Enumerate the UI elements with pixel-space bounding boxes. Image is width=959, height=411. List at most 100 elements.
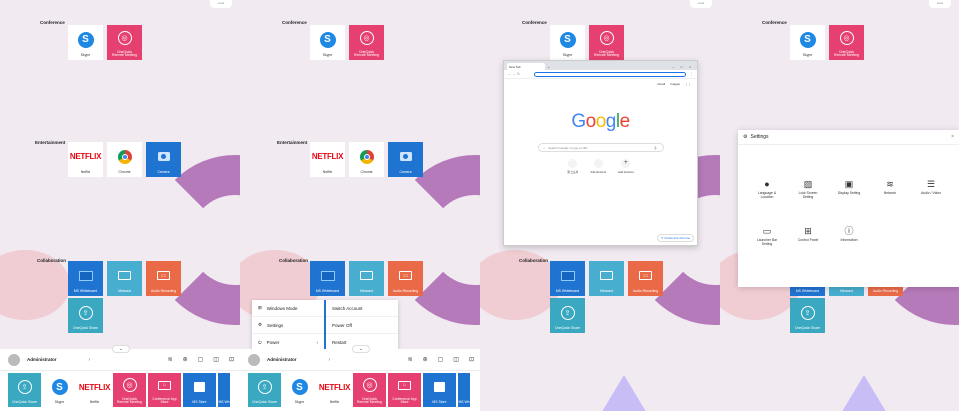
lock-icon[interactable]: ⊡ bbox=[229, 356, 234, 363]
skype-tile[interactable]: S Skype bbox=[310, 25, 345, 60]
shortcut-add-2[interactable]: + Add shortcut bbox=[618, 159, 634, 174]
chrome-tab[interactable]: New Tab bbox=[507, 63, 545, 70]
wifi-icon[interactable]: ≋ bbox=[168, 356, 173, 363]
globe-icon: ● bbox=[764, 179, 770, 190]
dock-skype[interactable]: S Skype bbox=[43, 373, 76, 407]
netflix-tile[interactable]: NETFLIX Netflix bbox=[68, 142, 103, 177]
lock-tab[interactable]: Lock bbox=[210, 0, 232, 8]
dock-netflix[interactable]: NETFLIX Netflix bbox=[318, 373, 351, 407]
ms-whiteboard-tile[interactable]: MS Whiteboard bbox=[550, 261, 585, 296]
mic-icon[interactable]: 🎙 bbox=[654, 146, 658, 150]
menu-settings[interactable]: ⚙ Settings bbox=[252, 317, 324, 334]
chevron-right-icon[interactable]: › bbox=[329, 357, 331, 363]
setting-language-location[interactable]: ● Language & Location bbox=[750, 179, 784, 199]
miracast-tile[interactable]: Miracast bbox=[589, 261, 624, 296]
menu-power-off[interactable]: Power Off bbox=[326, 317, 398, 334]
dock-conference-app-store[interactable]: ⌂ Conference App Store bbox=[148, 373, 181, 407]
dock-conference-app-store[interactable]: ⌂ Conference App Store bbox=[388, 373, 421, 407]
chrome-tile[interactable]: Chrome bbox=[349, 142, 384, 177]
menu-windows-mode[interactable]: ⊞ Windows Mode bbox=[252, 300, 324, 317]
skype-tile[interactable]: S Skype bbox=[68, 25, 103, 60]
dock-onequick-share[interactable]: ⇪ OneQuick Share bbox=[8, 373, 41, 407]
audio-recording-tile[interactable]: ▭Audio Recording bbox=[146, 261, 181, 296]
netflix-tile[interactable]: NETFLIX Netflix bbox=[310, 142, 345, 177]
lock-tab[interactable]: Lock bbox=[690, 0, 712, 8]
close-icon[interactable]: × bbox=[951, 134, 954, 140]
dock-ms-store[interactable]: MS Store bbox=[183, 373, 216, 407]
section-conference-title: Conference bbox=[762, 20, 787, 25]
collapse-chevron-button[interactable]: ⌄ bbox=[352, 345, 370, 353]
avatar[interactable] bbox=[8, 353, 20, 366]
setting-audio-video[interactable]: ☰ Audio / Video bbox=[914, 179, 948, 196]
search-icon: ⌕ bbox=[543, 145, 546, 150]
onequick-remote-meeting-tile[interactable]: ◎ OneQuick Remote Meeting bbox=[349, 25, 384, 60]
dock-ms-whiteboard[interactable]: MS Wh bbox=[218, 373, 230, 407]
camera-tile[interactable]: Camera bbox=[388, 142, 423, 177]
onequick-remote-meeting-tile[interactable]: ◎ OneQuick Remote Meeting bbox=[589, 25, 624, 60]
google-search-box[interactable]: ⌕ Search Google or type a URL 🎙 bbox=[537, 143, 664, 152]
onequick-remote-meeting-tile[interactable]: ◎ OneQuick Remote Meeting bbox=[829, 25, 864, 60]
gmail-link[interactable]: Gmail bbox=[657, 82, 665, 86]
setting-information[interactable]: ⓘ Information bbox=[832, 226, 866, 243]
shortcut-add-1[interactable]: Add shortcut bbox=[590, 159, 606, 174]
windows-icon: ⊞ bbox=[258, 305, 262, 310]
audio-recording-tile[interactable]: ▭Audio Recording bbox=[388, 261, 423, 296]
wifi-icon[interactable]: ≋ bbox=[408, 356, 413, 363]
onequick-share-tile[interactable]: ⇪ OneQuick Share bbox=[790, 298, 825, 333]
dock-skype[interactable]: S Skype bbox=[283, 373, 316, 407]
admin-name[interactable]: Administrator bbox=[267, 357, 297, 362]
dock-ms-store[interactable]: MS Store bbox=[423, 373, 456, 407]
chevron-right-icon[interactable]: › bbox=[89, 357, 91, 363]
camera-tile[interactable]: Camera bbox=[146, 142, 181, 177]
skype-icon: S bbox=[319, 31, 336, 48]
onequick-share-tile[interactable]: ⇪ OneQuick Share bbox=[68, 298, 103, 333]
miracast-tile[interactable]: Miracast bbox=[107, 261, 142, 296]
customize-chrome-button[interactable]: ✎ Customize Chrome bbox=[656, 234, 694, 242]
panel-start-menu: Conference S Skype ◎ OneQuick Remote Meeti… bbox=[240, 0, 480, 411]
skype-tile[interactable]: S Skype bbox=[790, 25, 825, 60]
dock-onequick-remote[interactable]: ◎ OneQuick Remote Meeting bbox=[113, 373, 146, 407]
lock-tab[interactable]: Lock bbox=[929, 0, 951, 8]
onequick-remote-meeting-tile[interactable]: ◎ OneQuick Remote Meeting bbox=[107, 25, 142, 60]
network-icon[interactable]: ⊚ bbox=[423, 356, 428, 363]
collapse-chevron-button[interactable]: ⌄ bbox=[112, 345, 130, 353]
skype-tile[interactable]: S Skype bbox=[550, 25, 585, 60]
chrome-tile[interactable]: Chrome bbox=[107, 142, 142, 177]
nav-arrows-icon[interactable]: ← → ↻ bbox=[508, 72, 520, 76]
display-icon[interactable]: ▢ bbox=[198, 356, 204, 363]
new-tab-icon[interactable]: + bbox=[548, 65, 550, 69]
setting-control-panel[interactable]: ⊞ Control Panel bbox=[791, 226, 825, 243]
setting-lock-screen[interactable]: ▨ Lock Screen Setting bbox=[791, 179, 825, 199]
address-bar[interactable] bbox=[533, 71, 686, 77]
setting-display[interactable]: ▣ Display Setting bbox=[832, 179, 866, 196]
launcher-bar-icon: ▭ bbox=[762, 226, 772, 237]
screenshot-icon[interactable]: ◫ bbox=[453, 356, 459, 363]
menu-dots-icon[interactable]: ⋮ bbox=[690, 72, 694, 76]
netflix-icon: NETFLIX bbox=[311, 152, 344, 162]
ms-whiteboard-tile[interactable]: MS Whiteboard bbox=[68, 261, 103, 296]
setting-launcher-bar[interactable]: ▭ Launcher Bar Setting bbox=[750, 226, 784, 246]
onequick-share-tile[interactable]: ⇪ OneQuick Share bbox=[550, 298, 585, 333]
images-link[interactable]: Images bbox=[670, 82, 680, 86]
network-icon[interactable]: ⊚ bbox=[183, 356, 188, 363]
audio-recording-tile[interactable]: ▭Audio Recording bbox=[628, 261, 663, 296]
menu-switch-account[interactable]: Switch Account bbox=[326, 300, 398, 317]
shortcut-web-store[interactable]: 웹 스토어 bbox=[567, 159, 578, 174]
miracast-tile[interactable]: Miracast bbox=[349, 261, 384, 296]
display-icon[interactable]: ▢ bbox=[438, 356, 444, 363]
setting-network[interactable]: ≋ Network bbox=[873, 179, 907, 196]
screenshot-icon[interactable]: ◫ bbox=[213, 356, 219, 363]
dock-netflix[interactable]: NETFLIX Netflix bbox=[78, 373, 111, 407]
ms-whiteboard-tile[interactable]: MS Whiteboard bbox=[310, 261, 345, 296]
avatar[interactable] bbox=[248, 353, 260, 366]
cast-icon bbox=[360, 271, 373, 281]
settings-dialog: ⚙ Settings × ● Language & Location ▨ Lock … bbox=[738, 130, 959, 287]
share-icon: ⇪ bbox=[800, 305, 815, 320]
window-controls[interactable]: – □ × bbox=[672, 65, 694, 69]
dock-onequick-remote[interactable]: ◎ OneQuick Remote Meeting bbox=[353, 373, 386, 407]
dock-ms-whiteboard[interactable]: MS Wh bbox=[458, 373, 470, 407]
lock-icon[interactable]: ⊡ bbox=[469, 356, 474, 363]
admin-name[interactable]: Administrator bbox=[27, 357, 57, 362]
dock-onequick-share[interactable]: ⇪ OneQuick Share bbox=[248, 373, 281, 407]
apps-grid-icon[interactable]: ⋮⋮ bbox=[685, 82, 691, 86]
